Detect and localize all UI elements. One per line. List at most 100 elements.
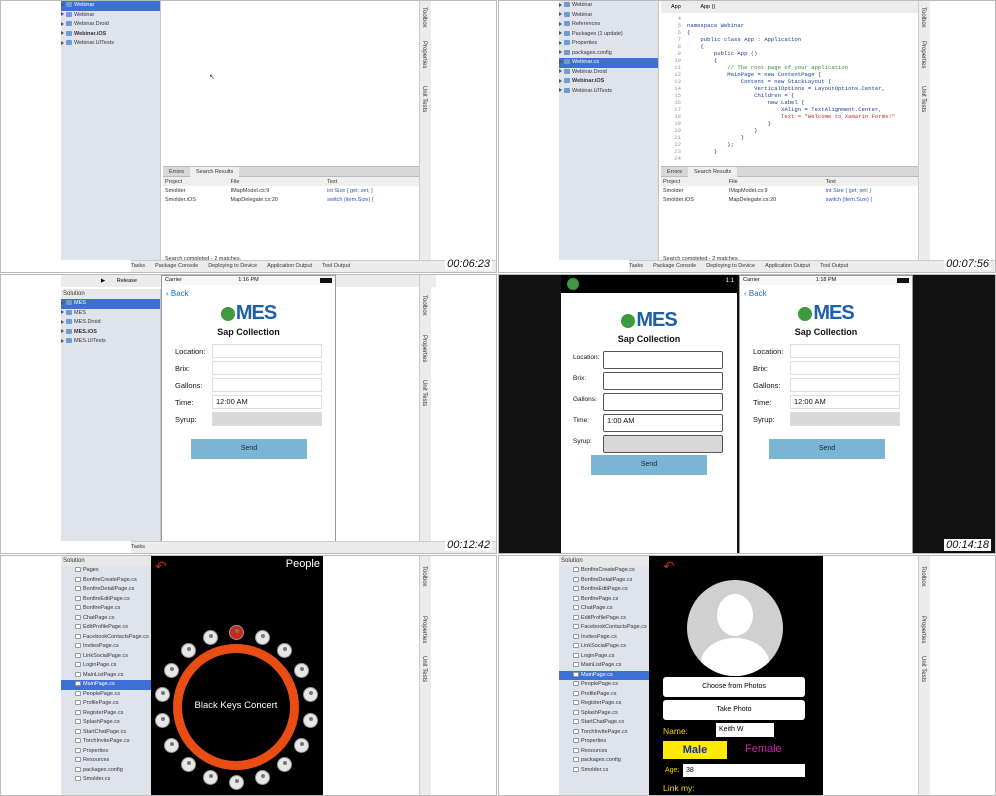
person-avatar[interactable] xyxy=(164,737,180,753)
field-input[interactable] xyxy=(212,344,322,358)
tasks-tab[interactable]: Tasks xyxy=(131,544,145,550)
unit-tests-tab[interactable]: Unit Tests xyxy=(421,380,427,406)
file-item[interactable]: BonfireDetailPage.cs xyxy=(559,576,650,586)
solution-item[interactable]: Webinar.iOS xyxy=(559,77,658,87)
solution-item[interactable]: Properties xyxy=(559,39,658,49)
deploying-tab[interactable]: Deploying to Device xyxy=(706,263,755,269)
file-item[interactable]: ProfilePage.cs xyxy=(559,690,650,700)
file-item[interactable]: Properties xyxy=(559,737,650,747)
thumbnail-1[interactable]: Webinar Webinar Webinar.Droid Webinar.iOS We… xyxy=(0,0,497,273)
expand-icon[interactable] xyxy=(61,310,64,315)
expand-icon[interactable] xyxy=(559,12,562,17)
file-item[interactable]: BonfireDetailPage.cs xyxy=(61,585,152,595)
solution-item[interactable]: Webinar.iOS xyxy=(61,30,160,40)
thumbnail-6[interactable]: Solution BonfireCreatePage.cs BonfireDetai… xyxy=(498,555,996,796)
tasks-tab[interactable]: Tasks xyxy=(629,263,643,269)
file-item[interactable]: BonfireEditPage.cs xyxy=(559,585,650,595)
solution-item[interactable]: Packages (1 update) xyxy=(559,30,658,40)
side-panel[interactable]: Toolbox Properties Unit Tests xyxy=(918,556,930,795)
person-avatar[interactable] xyxy=(293,662,309,678)
file-item[interactable]: PeoplePage.cs xyxy=(61,690,152,700)
person-avatar[interactable] xyxy=(254,629,270,645)
solution-item[interactable]: MES xyxy=(61,309,160,319)
expand-icon[interactable] xyxy=(61,319,64,324)
person-avatar[interactable] xyxy=(293,737,309,753)
field-input[interactable] xyxy=(603,372,723,390)
solution-item[interactable]: Webinar.Droid xyxy=(559,68,658,78)
profile-page[interactable]: ↶ Choose from Photos Take Photo Name: Ke… xyxy=(649,556,823,795)
expand-icon[interactable] xyxy=(61,338,64,343)
package-console-tab[interactable]: Package Console xyxy=(653,263,696,269)
app-output-tab[interactable]: Application Output xyxy=(765,263,810,269)
toolbox-tab[interactable]: Toolbox xyxy=(920,566,926,587)
tool-output-tab[interactable]: Tool Output xyxy=(322,263,350,269)
field-input[interactable] xyxy=(603,435,723,453)
file-item[interactable]: EditProfilePage.cs xyxy=(61,623,152,633)
solution-item[interactable]: Webinar.Droid xyxy=(61,20,160,30)
file-item[interactable]: SplashPage.cs xyxy=(559,709,650,719)
age-field[interactable]: 38 xyxy=(683,764,805,777)
person-avatar[interactable] xyxy=(302,686,318,702)
file-item[interactable]: MainListPage.cs xyxy=(559,661,650,671)
tasks-tab[interactable]: Tasks xyxy=(131,263,145,269)
editor-area[interactable]: ↖ xyxy=(163,1,420,166)
file-item[interactable]: RegisterPage.cs xyxy=(559,699,650,709)
solution-item[interactable]: MES xyxy=(61,299,160,309)
android-emulator[interactable]: 1:1 MES Sap Collection Location: Brix: Gallon… xyxy=(561,275,737,553)
solution-item[interactable]: Webinar xyxy=(61,11,160,21)
field-input[interactable] xyxy=(603,393,723,411)
person-avatar[interactable] xyxy=(203,629,219,645)
expand-icon[interactable] xyxy=(559,88,562,93)
solution-item[interactable]: References xyxy=(559,20,658,30)
person-avatar[interactable] xyxy=(229,625,244,640)
field-input[interactable] xyxy=(212,378,322,392)
file-item[interactable]: MainPage.cs xyxy=(559,670,650,680)
solution-item[interactable]: Webinar xyxy=(559,1,658,11)
file-item[interactable]: ProfilePage.cs xyxy=(61,699,152,709)
expand-icon[interactable] xyxy=(559,50,562,55)
unit-tests-tab[interactable]: Unit Tests xyxy=(920,656,926,682)
file-item[interactable]: InvitesPage.cs xyxy=(61,642,152,652)
toolbox-tab[interactable]: Toolbox xyxy=(421,566,427,587)
tab-errors[interactable]: Errors xyxy=(661,167,688,177)
thumbnail-3[interactable]: ▶ Release Solution MES MES MES.Droid MES.iOS… xyxy=(0,274,497,554)
expand-icon[interactable] xyxy=(61,12,64,17)
package-console-tab[interactable]: Package Console xyxy=(155,263,198,269)
tab-errors[interactable]: Errors xyxy=(163,167,190,177)
file-item[interactable]: LoginPage.cs xyxy=(61,661,152,671)
file-item[interactable]: SplashPage.cs xyxy=(61,718,152,728)
expand-icon[interactable] xyxy=(61,40,64,45)
side-panel[interactable]: Toolbox Properties Unit Tests xyxy=(419,275,431,541)
side-panel[interactable]: Toolbox Properties Unit Tests xyxy=(419,1,431,260)
ios-simulator[interactable]: Carrier 1:18 PM ‹ Back MES Sap Collection Loc… xyxy=(739,275,913,553)
toolbox-tab[interactable]: Toolbox xyxy=(421,295,427,316)
field-input[interactable] xyxy=(212,361,322,375)
solution-item[interactable]: MES.UITests xyxy=(61,337,160,347)
choose-photos-button[interactable]: Choose from Photos xyxy=(663,677,805,697)
side-panel[interactable]: Toolbox Properties Unit Tests xyxy=(918,1,930,260)
take-photo-button[interactable]: Take Photo xyxy=(663,700,805,720)
person-avatar[interactable] xyxy=(164,662,180,678)
side-panel[interactable]: Toolbox Properties Unit Tests xyxy=(419,556,431,795)
expand-icon[interactable] xyxy=(559,40,562,45)
file-item[interactable]: LinkSocialPage.cs xyxy=(61,652,152,662)
expand-icon[interactable] xyxy=(559,59,562,64)
file-item[interactable]: Resources xyxy=(61,756,152,766)
field-input[interactable] xyxy=(790,361,900,375)
file-item[interactable]: StartChatPage.cs xyxy=(559,718,650,728)
file-item[interactable]: MainPage.cs xyxy=(61,680,152,690)
file-item[interactable]: Pages xyxy=(61,566,152,576)
file-item[interactable]: TorchInvitePage.cs xyxy=(61,737,152,747)
code-editor[interactable]: 4 5 namespace Webinar 6{7 public class App … xyxy=(661,15,919,165)
solution-item[interactable]: MES.iOS xyxy=(61,328,160,338)
properties-tab[interactable]: Properties xyxy=(421,41,427,68)
field-input[interactable]: 12:00 AM xyxy=(212,395,322,409)
avatar[interactable] xyxy=(687,580,783,676)
person-avatar[interactable] xyxy=(277,757,293,773)
member-dropdown[interactable]: App () xyxy=(700,4,715,10)
back-arrow-icon[interactable]: ↶ xyxy=(155,558,167,575)
file-item[interactable]: LoginPage.cs xyxy=(559,652,650,662)
file-item[interactable]: Smolder.cs xyxy=(559,766,650,776)
file-item[interactable]: ChatPage.cs xyxy=(559,604,650,614)
ios-simulator[interactable]: Carrier 1:16 PM ‹ Back MES Sap Collection Loc… xyxy=(161,275,336,553)
